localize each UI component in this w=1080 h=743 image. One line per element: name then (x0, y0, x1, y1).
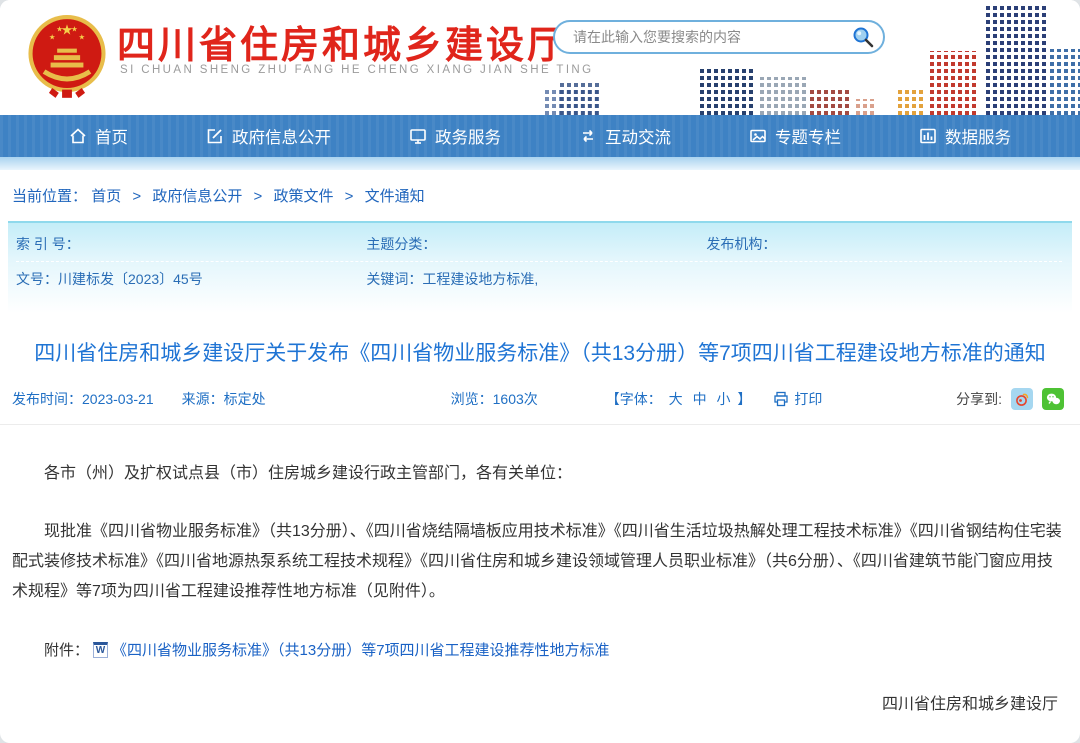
skyline-building (700, 69, 756, 115)
skyline-building (898, 87, 926, 115)
font-label-close: 】 (737, 391, 751, 407)
nav-label: 互动交流 (605, 124, 671, 148)
attachment-row: 附件： W 《四川省物业服务标准》（共13分册）等7项四川省工程建设推荐性地方标… (0, 635, 1080, 660)
search-icon[interactable] (851, 25, 875, 49)
source: 来源：标定处 (182, 389, 266, 409)
nav-item-services[interactable]: 政务服务 (409, 124, 501, 148)
nav-item-home[interactable]: 首页 (69, 124, 128, 148)
font-size-large-button[interactable]: 大 (669, 391, 683, 407)
svg-text:★: ★ (71, 24, 78, 33)
article-title: 四川省住房和城乡建设厅关于发布《四川省物业服务标准》（共13分册）等7项四川省工… (30, 337, 1050, 371)
nav-label: 政府信息公开 (232, 124, 331, 148)
info-keyword-value: 工程建设地方标准, (422, 271, 538, 287)
print-label: 打印 (794, 389, 822, 409)
publish-date: 发布时间：2023-03-21 (12, 389, 154, 409)
word-document-icon: W (93, 642, 108, 658)
breadcrumb-separator: > (132, 188, 141, 205)
exchange-icon (579, 127, 597, 145)
document-info-box: 索 引 号： 主题分类： 发布机构： 文号：川建标发〔2023〕45号 关键词：… (8, 221, 1072, 313)
info-keyword: 关键词：工程建设地方标准, (366, 269, 706, 289)
info-category: 主题分类： (366, 234, 706, 254)
breadcrumb-separator: > (345, 188, 354, 205)
site-subtitle-pinyin: SI CHUAN SHENG ZHU FANG HE CHENG XIANG J… (120, 64, 593, 76)
article-meta-bar: 发布时间：2023-03-21 来源：标定处 浏览：1603次 【字体： 大 中… (0, 388, 1080, 425)
paragraph-main: 现批准《四川省物业服务标准》（共13分册）、《四川省烧结隔墙板应用技术标准》《四… (12, 517, 1066, 607)
info-index-label: 索 引 号： (16, 236, 80, 252)
share-group: 分享到: (956, 388, 1064, 410)
nav-item-interaction[interactable]: 互动交流 (579, 124, 671, 148)
edit-square-icon (206, 127, 224, 145)
search-input[interactable] (571, 28, 851, 46)
page: ★ ★ ★ ★ ★ 四川省住房和城乡建设厅 SI CHUAN SHENG ZHU… (0, 0, 1080, 743)
info-index: 索 引 号： (16, 234, 366, 254)
font-label-open: 【字体： (606, 391, 662, 407)
info-agency-label: 发布机构： (706, 236, 776, 252)
printer-icon (773, 391, 789, 407)
wechat-icon (1045, 391, 1062, 408)
search-bar (553, 20, 885, 54)
share-weibo-button[interactable] (1011, 388, 1033, 410)
nav-label: 专题专栏 (775, 124, 841, 148)
info-row: 文号：川建标发〔2023〕45号 关键词：工程建设地方标准, (16, 269, 1062, 289)
nav-item-gov-info[interactable]: 政府信息公开 (206, 124, 331, 148)
national-emblem-logo: ★ ★ ★ ★ ★ (26, 12, 108, 100)
share-label: 分享到: (956, 389, 1002, 409)
info-row: 索 引 号： 主题分类： 发布机构： (16, 234, 1062, 262)
home-icon (69, 127, 87, 145)
font-size-small-button[interactable]: 小 (716, 391, 730, 407)
print-button[interactable]: 打印 (773, 389, 822, 409)
breadcrumb-item-policy-files[interactable]: 政策文件 (273, 188, 333, 205)
info-docnum: 文号：川建标发〔2023〕45号 (16, 269, 366, 289)
nav-bottom-gradient (0, 157, 1080, 170)
site-title: 四川省住房和城乡建设厅 (117, 14, 568, 69)
skyline-building (1050, 49, 1080, 115)
nav-label: 政务服务 (435, 124, 501, 148)
attachment-label: 附件： (44, 639, 89, 660)
breadcrumb: 当前位置： 首页 > 政府信息公开 > 政策文件 > 文件通知 (0, 170, 1080, 217)
info-category-label: 主题分类： (366, 236, 436, 252)
skyline-building (856, 99, 876, 115)
nav-item-special-topics[interactable]: 专题专栏 (749, 124, 841, 148)
info-docnum-label: 文号： (16, 271, 58, 287)
bar-chart-icon (919, 127, 937, 145)
font-size-medium-button[interactable]: 中 (693, 391, 707, 407)
nav-label: 数据服务 (945, 124, 1011, 148)
skyline-building (810, 87, 852, 115)
info-keyword-label: 关键词： (366, 271, 422, 287)
svg-text:★: ★ (78, 33, 85, 42)
skyline-building (560, 81, 600, 115)
info-agency: 发布机构： (706, 234, 1062, 254)
breadcrumb-item-gov-info[interactable]: 政府信息公开 (152, 188, 242, 205)
breadcrumb-label: 当前位置： (12, 188, 87, 205)
weibo-icon (1014, 391, 1030, 407)
breadcrumb-separator: > (254, 188, 263, 205)
share-wechat-button[interactable] (1042, 388, 1064, 410)
attachment-link[interactable]: 《四川省物业服务标准》（共13分册）等7项四川省工程建设推荐性地方标准 (112, 639, 610, 660)
breadcrumb-item-file-notices[interactable]: 文件通知 (365, 188, 425, 205)
image-icon (749, 127, 767, 145)
nav-label: 首页 (95, 124, 128, 148)
breadcrumb-item-home[interactable]: 首页 (91, 188, 121, 205)
issuer-signature: 四川省住房和城乡建设厅 (0, 660, 1080, 714)
info-docnum-value: 川建标发〔2023〕45号 (58, 271, 203, 287)
skyline-building (930, 51, 976, 115)
paragraph-salutation: 各市（州）及扩权试点县（市）住房城乡建设行政主管部门，各有关单位： (12, 459, 1066, 489)
main-nav: 首页 政府信息公开 政务服务 互动交流 专题专栏 数据服务 (0, 115, 1080, 157)
site-header: ★ ★ ★ ★ ★ 四川省住房和城乡建设厅 SI CHUAN SHENG ZHU… (0, 0, 1080, 115)
svg-text:★: ★ (56, 24, 63, 33)
skyline-building (986, 5, 1046, 115)
font-size-control: 【字体： 大 中 小 】 (606, 389, 752, 409)
article-body: 各市（州）及扩权试点县（市）住房城乡建设行政主管部门，各有关单位： 现批准《四川… (0, 425, 1080, 607)
nav-item-data-services[interactable]: 数据服务 (919, 124, 1011, 148)
svg-text:★: ★ (49, 33, 56, 42)
view-count: 浏览：1603次 (451, 389, 538, 409)
skyline-building (760, 77, 806, 115)
monitor-icon (409, 127, 427, 145)
